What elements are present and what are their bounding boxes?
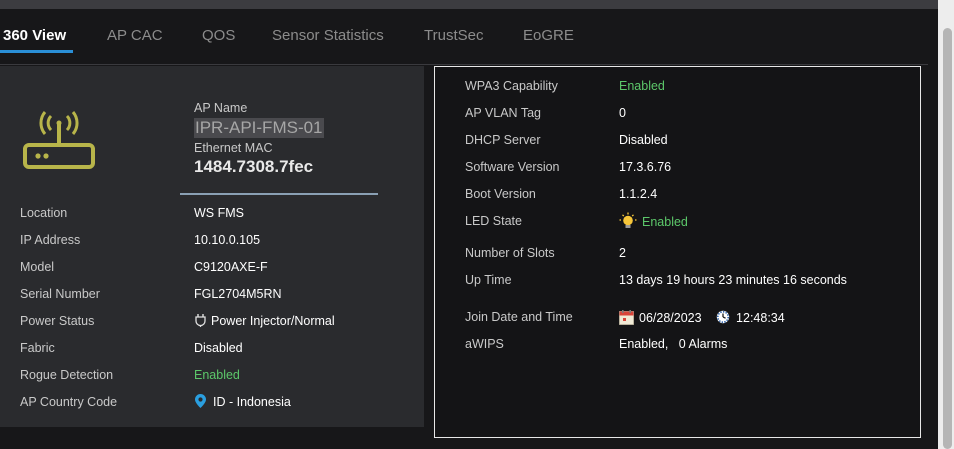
top-bar [0, 0, 938, 9]
ap-vlan-tag-label: AP VLAN Tag [465, 106, 541, 120]
serial-number-label: Serial Number [20, 287, 100, 301]
fabric-value: Disabled [194, 341, 243, 355]
power-status-label: Power Status [20, 314, 95, 328]
ap-vlan-tag-value: 0 [619, 106, 626, 120]
lightbulb-icon [619, 212, 637, 229]
ip-address-label: IP Address [20, 233, 81, 247]
software-version-label: Software Version [465, 160, 560, 174]
ap-country-code-label: AP Country Code [20, 395, 118, 409]
boot-version-label: Boot Version [465, 187, 536, 201]
led-state-value: Enabled [619, 212, 688, 230]
awips-alarms-text[interactable]: 0 Alarms [679, 337, 728, 351]
power-plug-icon [195, 314, 206, 328]
summary-divider [180, 193, 378, 195]
rogue-detection-value: Enabled [194, 368, 240, 382]
join-date-time-label: Join Date and Time [465, 310, 573, 324]
ap-name-label: AP Name [194, 101, 248, 115]
number-of-slots-label: Number of Slots [465, 246, 555, 260]
wireless-router-icon [23, 111, 95, 169]
tab-ap-cac[interactable]: AP CAC [107, 27, 163, 44]
power-status-text: Power Injector/Normal [211, 314, 335, 328]
location-value: WS FMS [194, 206, 244, 220]
rogue-detection-label: Rogue Detection [20, 368, 114, 382]
join-time-text: 12:48:34 [736, 311, 785, 325]
tab-360-view[interactable]: 360 View [3, 27, 66, 44]
ip-address-value: 10.10.0.105 [194, 233, 261, 247]
location-pin-icon [195, 394, 206, 409]
location-label: Location [20, 206, 68, 220]
ethernet-mac-label: Ethernet MAC [194, 141, 273, 155]
tab-bar-divider [0, 64, 928, 65]
active-tab-indicator [0, 50, 73, 53]
awips-label: aWIPS [465, 337, 504, 351]
up-time-value: 13 days 19 hours 23 minutes 16 seconds [619, 273, 847, 287]
up-time-label: Up Time [465, 273, 512, 287]
model-label: Model [20, 260, 55, 274]
scrollbar-thumb[interactable] [943, 28, 952, 449]
ap-name-value[interactable]: IPR-API-FMS-01 [194, 118, 324, 138]
dhcp-server-value: Disabled [619, 133, 668, 147]
power-status-value: Power Injector/Normal [194, 314, 335, 328]
fabric-label: Fabric [20, 341, 55, 355]
serial-number-value: FGL2704M5RN [194, 287, 282, 301]
ap-summary-panel: AP Name IPR-API-FMS-01 Ethernet MAC 1484… [0, 66, 424, 427]
tab-qos[interactable]: QOS [202, 27, 235, 44]
ap-country-code-value: ID - Indonesia [194, 394, 291, 409]
ap-details-panel: WPA3 Capability Enabled AP VLAN Tag 0 DH… [434, 66, 921, 438]
calendar-icon [619, 309, 634, 325]
boot-version-value: 1.1.2.4 [619, 187, 658, 201]
clock-icon [716, 311, 730, 324]
tab-bar: 360 View AP CAC QOS Sensor Statistics Tr… [0, 9, 928, 65]
awips-status-text: Enabled, [619, 337, 669, 351]
awips-value: Enabled, 0 Alarms [619, 337, 727, 351]
led-state-text: Enabled [642, 215, 688, 229]
dhcp-server-label: DHCP Server [465, 133, 541, 147]
tab-trustsec[interactable]: TrustSec [424, 27, 483, 44]
number-of-slots-value: 2 [619, 246, 626, 260]
tab-sensor-statistics[interactable]: Sensor Statistics [272, 27, 384, 44]
wpa3-capability-label: WPA3 Capability [465, 79, 558, 93]
led-state-label: LED State [465, 214, 522, 228]
join-date-time-value: 06/28/2023 12:48:34 [619, 309, 785, 325]
join-date-text: 06/28/2023 [639, 311, 702, 325]
wpa3-capability-value: Enabled [619, 79, 665, 93]
model-value: C9120AXE-F [194, 260, 268, 274]
software-version-value: 17.3.6.76 [619, 160, 672, 174]
ap-country-code-text: ID - Indonesia [213, 395, 291, 409]
ethernet-mac-value: 1484.7308.7fec [194, 157, 314, 176]
tab-eogre[interactable]: EoGRE [523, 27, 574, 44]
